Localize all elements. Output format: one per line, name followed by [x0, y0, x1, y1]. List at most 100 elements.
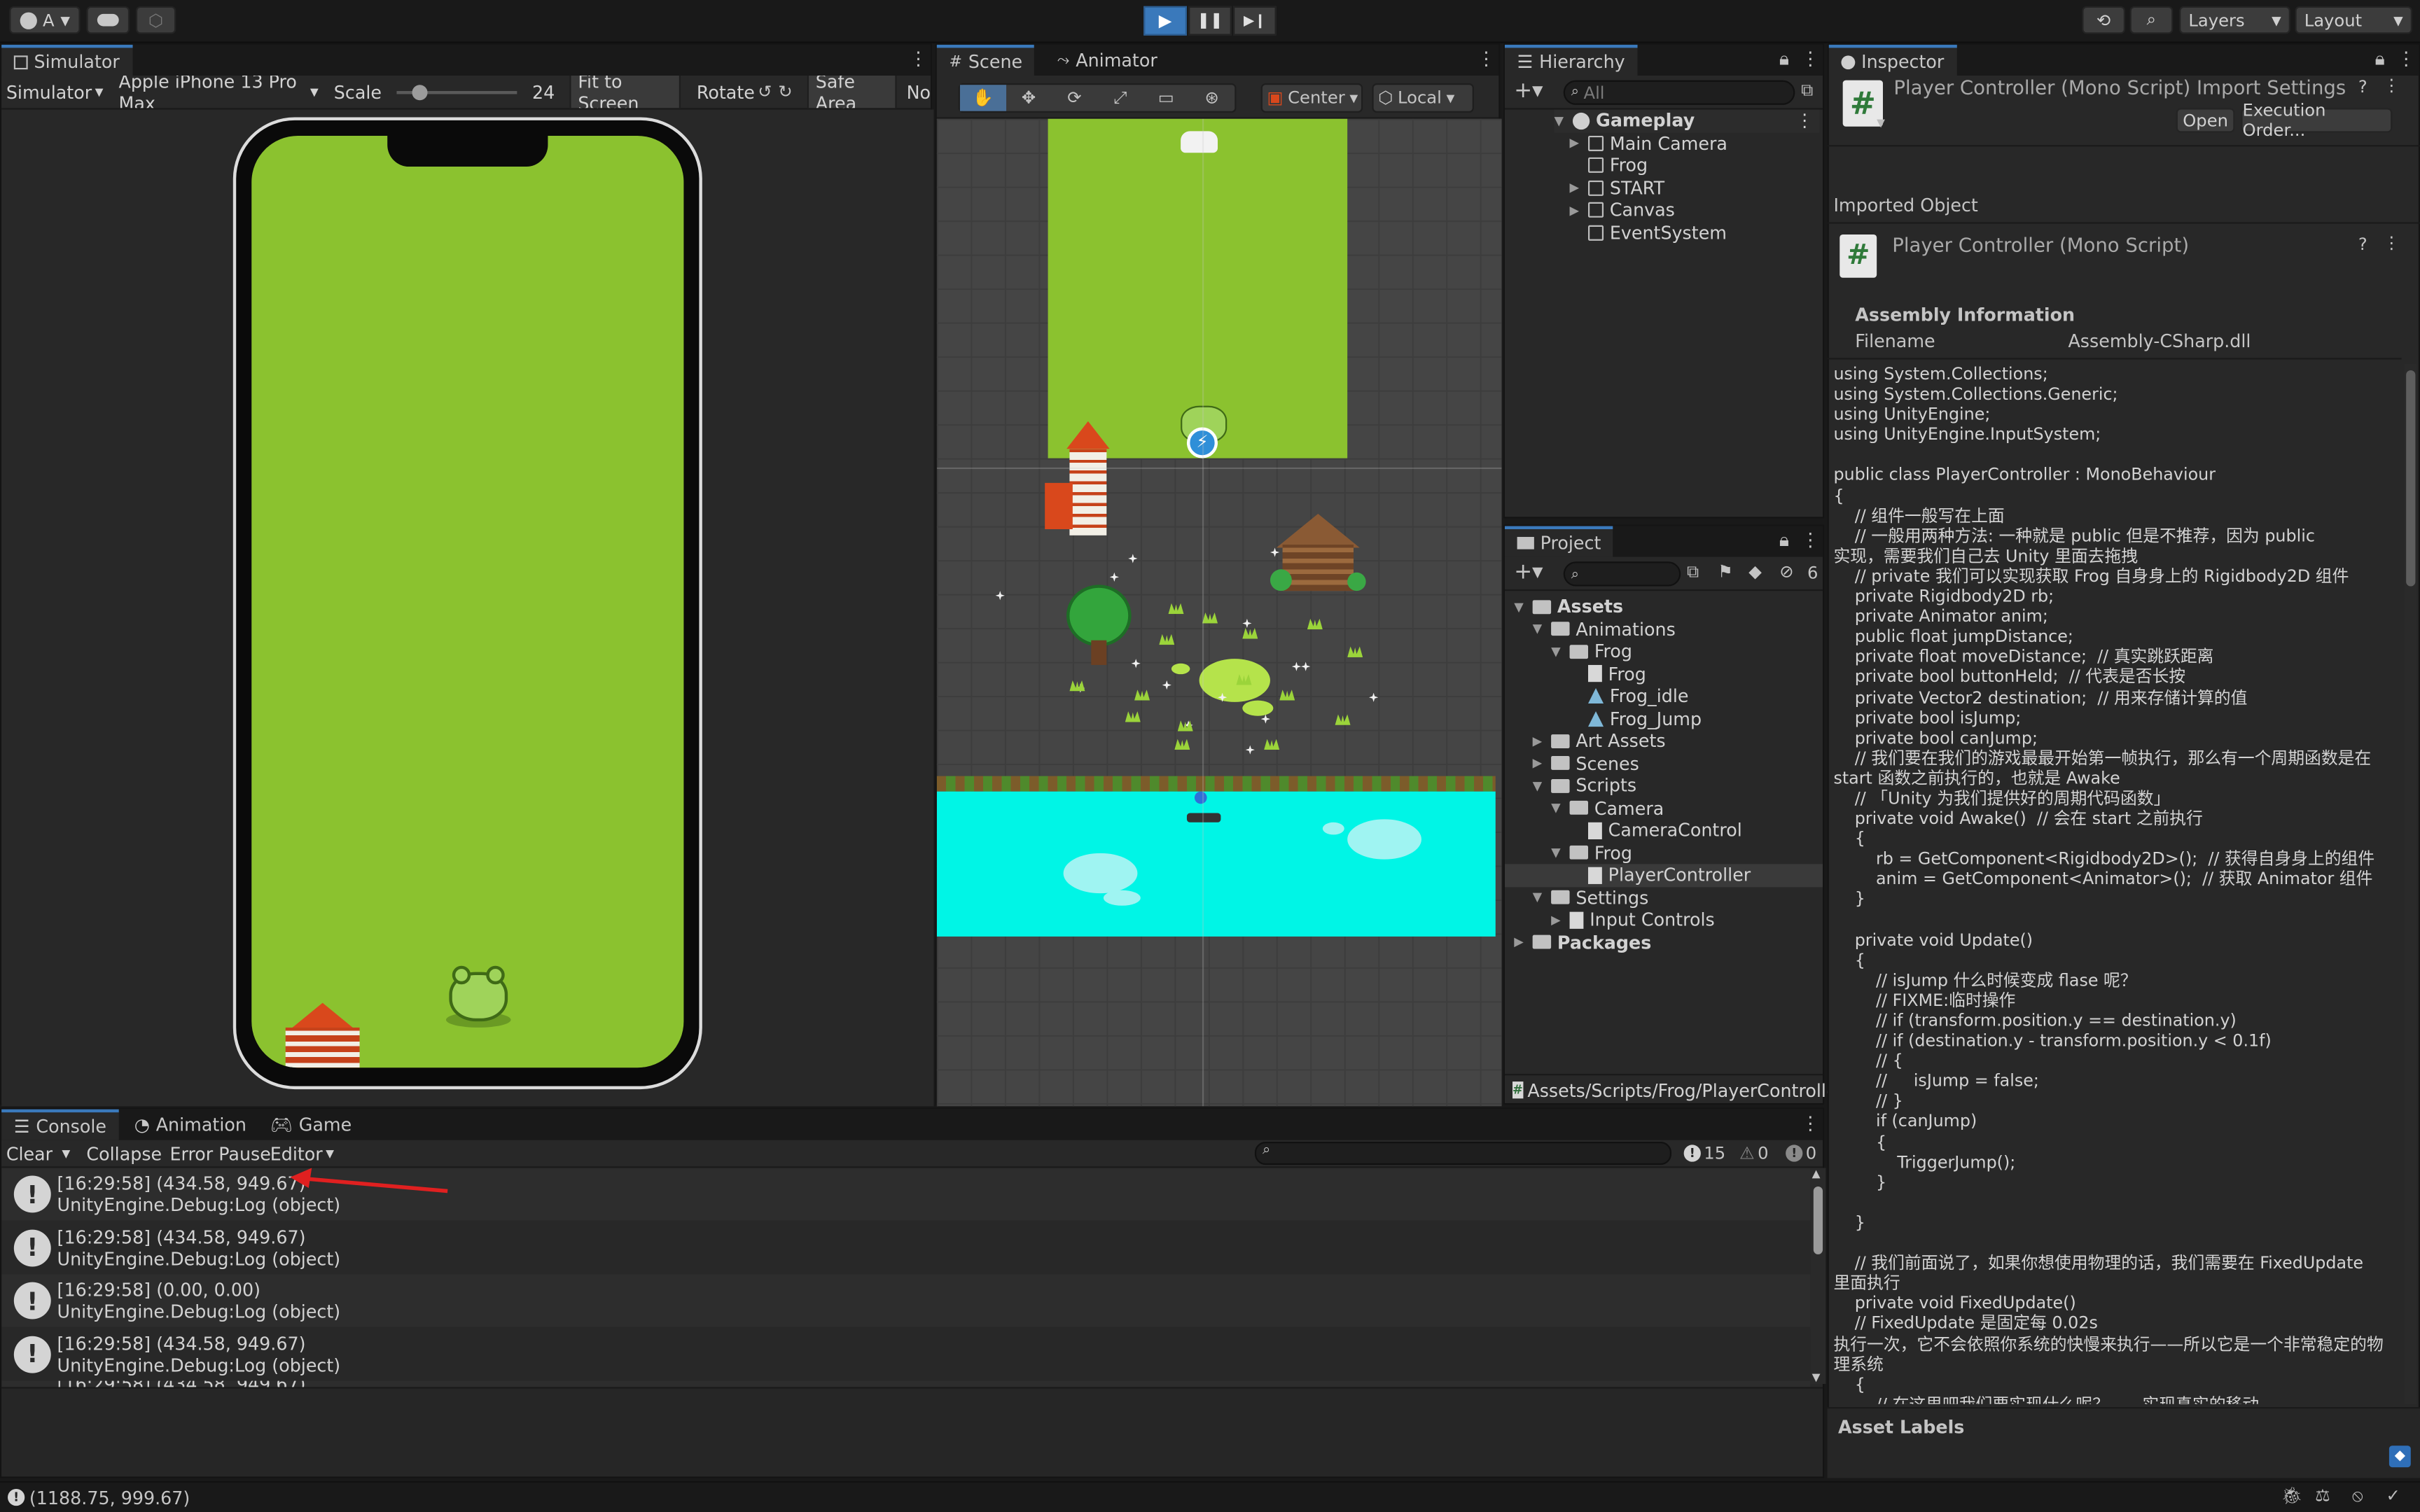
tab-animation[interactable]: ◔ Animation [122, 1110, 258, 1140]
rotate-right-icon[interactable]: ↻ [778, 82, 792, 102]
hierarchy-item-start[interactable]: ▶ START [1570, 176, 1665, 199]
project-tree-item[interactable]: ▼ Scripts [1533, 774, 1636, 797]
tab-console[interactable]: ☰ Console [1, 1109, 119, 1140]
tab-simulator[interactable]: Simulator [1, 44, 132, 76]
rect-tool-icon[interactable]: ▭ [1143, 85, 1189, 111]
tab-project[interactable]: Project [1504, 526, 1614, 557]
project-tree-item[interactable]: ▶ Packages [1514, 931, 1651, 953]
tag-icon[interactable]: ◆ [1748, 561, 1762, 582]
log-count-toggle[interactable]: ! 15 [1683, 1143, 1725, 1163]
safe-area-toggle[interactable]: Safe Area [807, 75, 898, 108]
more-options-icon[interactable]: ⋮ [909, 48, 927, 69]
console-entry[interactable]: ! [16:29:58] (434.58, 949.67) UnityEngin… [1, 1327, 1811, 1380]
open-button[interactable]: Open [2176, 108, 2235, 133]
more-options-icon[interactable]: ⋮ [1801, 48, 1819, 69]
console-entry[interactable]: ! [16:29:58] (434.58, 949.67) UnityEngin… [1, 1221, 1811, 1274]
device-dropdown[interactable]: Apple iPhone 13 Pro Max ▼ [119, 76, 319, 108]
hidden-packages-icon[interactable]: ⊘ [1779, 561, 1793, 582]
more-options-icon[interactable]: ⋮ [2383, 233, 2400, 253]
editor-dropdown[interactable]: Editor ▼ [270, 1143, 334, 1165]
more-options-icon[interactable]: ⋮ [1801, 529, 1819, 551]
execution-order-button[interactable]: Execution Order... [2241, 100, 2393, 141]
console-scrollbar[interactable]: ▲ ▼ [1810, 1168, 1826, 1385]
transform-tool-icon[interactable]: ⊛ [1189, 85, 1235, 111]
clipped-option-label[interactable]: No [907, 81, 931, 103]
console-entry[interactable]: ! [16:29:58] (434.58, 949.67) UnityEngin… [1, 1168, 1811, 1221]
project-tree-item[interactable]: ▼ Frog [1551, 841, 1632, 864]
layers-dropdown[interactable]: Layers ▼ [2179, 6, 2290, 34]
project-tree-item[interactable]: ▼ Camera [1551, 797, 1664, 819]
search-button[interactable]: ⌕ [2129, 6, 2174, 34]
hand-tool-icon[interactable]: ✋ [959, 85, 1006, 111]
history-button[interactable]: ⟲ [2082, 6, 2126, 34]
project-tree-item[interactable]: Frog_idle [1570, 685, 1689, 708]
collapse-toggle[interactable]: Collapse [86, 1143, 162, 1165]
project-tree-item[interactable]: ▶ Art Assets [1533, 730, 1666, 752]
collab-button[interactable]: ⬡ [135, 6, 176, 34]
project-tree-item[interactable]: Frog [1570, 663, 1646, 685]
more-options-icon[interactable]: ⋮ [1801, 1112, 1819, 1134]
check-icon[interactable]: ✓ [2386, 1486, 2400, 1506]
debug-mode-icon[interactable]: 🐞︎ [2281, 1486, 2303, 1506]
more-options-icon[interactable]: ⋮ [2397, 48, 2415, 69]
layout-dropdown[interactable]: Layout ▼ [2295, 6, 2412, 34]
project-tree-item[interactable]: ▶ Input Controls [1551, 909, 1715, 931]
play-button[interactable]: ▶ [1143, 6, 1187, 36]
move-tool-icon[interactable]: ✥ [1006, 85, 1051, 111]
hierarchy-search-input[interactable]: ⌕ All [1563, 80, 1795, 105]
rotate-left-icon[interactable]: ↺ [758, 82, 772, 102]
search-by-type-icon[interactable]: ⧉ [1687, 561, 1699, 583]
project-tree-item[interactable]: Frog_Jump [1570, 708, 1702, 730]
lock-icon[interactable]: 🔒︎ [1776, 529, 1792, 552]
scrollbar-thumb[interactable] [2406, 370, 2416, 587]
error-pause-toggle[interactable]: Error Pause [169, 1143, 270, 1165]
lock-icon[interactable]: 🔒︎ [2372, 48, 2388, 71]
scale-slider[interactable] [397, 81, 517, 103]
search-by-label-icon[interactable]: ⚑ [1718, 561, 1733, 582]
project-tree-item[interactable]: ▶ Scenes [1533, 752, 1639, 774]
pivot-center-dropdown[interactable]: ▣ Center ▼ [1260, 83, 1363, 113]
console-search-input[interactable]: ⌕ [1254, 1142, 1672, 1166]
rotate-tool-icon[interactable]: ⟳ [1052, 85, 1097, 111]
tag-icon[interactable]: ◆ [2388, 1446, 2411, 1468]
tab-inspector[interactable]: Inspector [1828, 44, 1957, 76]
warning-count-toggle[interactable]: ⚠ 0 [1739, 1143, 1769, 1163]
more-options-icon[interactable]: ⋮ [2383, 76, 2400, 96]
status-message[interactable]: (1188.75, 999.67) [29, 1488, 190, 1509]
help-icon[interactable]: ? [2358, 234, 2367, 255]
tab-animator[interactable]: ⤳ Animator [1045, 45, 1169, 76]
pause-button[interactable]: ❚❚ [1188, 6, 1232, 36]
more-options-icon[interactable]: ⋮ [1795, 110, 1813, 132]
account-dropdown[interactable]: A ▼ [9, 6, 81, 34]
tab-scene[interactable]: # Scene [936, 44, 1035, 76]
hierarchy-item-main-camera[interactable]: ▶ Main Camera [1570, 132, 1727, 154]
hierarchy-root-item[interactable]: ▼ Gameplay ⋮ [1554, 109, 1820, 132]
console-entry-partial[interactable]: [16:29:58] (434.58, 949.67) [1, 1380, 1811, 1387]
lock-icon[interactable]: 🔒︎ [1776, 48, 1792, 71]
scroll-up-icon[interactable]: ▲ [1812, 1168, 1821, 1180]
step-button[interactable]: ▶❙ [1233, 6, 1277, 36]
project-search-input[interactable]: ⌕ [1563, 561, 1681, 587]
project-tree-item[interactable]: ▼ Frog [1551, 640, 1632, 663]
network-icon[interactable]: ⦸ [2352, 1486, 2363, 1508]
simulator-mode-dropdown[interactable]: Simulator ▼ [6, 81, 104, 103]
tab-hierarchy[interactable]: ☰ Hierarchy [1504, 44, 1638, 76]
project-tree-item[interactable]: PlayerController [1504, 864, 1823, 887]
add-icon[interactable]: +▾ [1514, 560, 1543, 584]
scrollbar-thumb[interactable] [1813, 1186, 1823, 1254]
scroll-down-icon[interactable]: ▼ [1812, 1371, 1821, 1384]
project-tree-item[interactable]: CameraControl [1570, 819, 1742, 841]
slider-thumb[interactable] [412, 84, 429, 100]
tab-game[interactable]: 🎮︎ Game [258, 1110, 364, 1140]
more-options-icon[interactable]: ⋮ [1477, 48, 1495, 69]
scene-viewport[interactable]: ⚡ [936, 118, 1502, 1107]
game-view[interactable] [251, 135, 684, 1068]
hierarchy-item-canvas[interactable]: ▶ Canvas [1570, 199, 1675, 221]
cloud-button[interactable] [86, 6, 130, 34]
progress-icon[interactable]: ⚖ [2315, 1486, 2330, 1506]
help-icon[interactable]: ? [2358, 77, 2367, 97]
scene-visibility-icon[interactable]: ⧉ [1801, 80, 1813, 102]
scale-tool-icon[interactable]: ⤢ [1097, 85, 1143, 111]
project-tree-item[interactable]: ▼ Settings [1533, 886, 1649, 909]
clear-dropdown[interactable]: Clear ▼ [6, 1143, 70, 1165]
